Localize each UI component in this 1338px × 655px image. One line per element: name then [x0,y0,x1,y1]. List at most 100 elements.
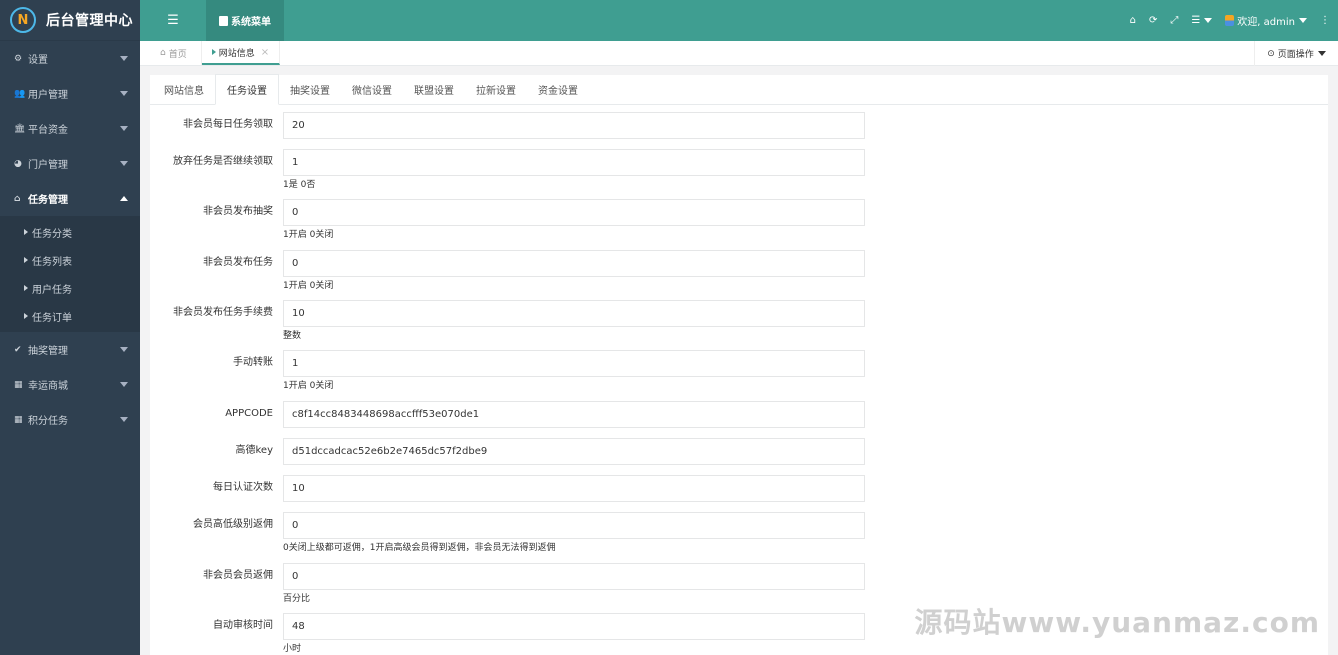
sidebar-item-label: 抽奖管理 [28,346,68,357]
close-icon[interactable]: × [261,47,269,58]
avatar [1225,15,1235,26]
tab-referral-settings[interactable]: 拉新设置 [465,74,527,104]
fullscreen-icon[interactable]: ⤢ [1170,15,1178,26]
appcode-input[interactable]: c8f14cc8483448698accfff53e070de1 [283,401,865,428]
sidebar-item-user-management[interactable]: 👥 用户管理 [0,76,140,111]
system-menu-button[interactable]: 系统菜单 [206,0,284,41]
submenu-item-task-category[interactable]: 任务分类 [0,218,140,246]
page-tab-label: 网站信息 [218,48,255,59]
tab-lottery-settings[interactable]: 抽奖设置 [279,74,341,104]
home-icon[interactable]: ⌂ [1130,15,1136,26]
field-label: 非会员会员返佣 [203,570,273,581]
field-hint: 0关闭上级都可返佣，1开启高级会员得到返佣，非会员无法得到返佣 [283,543,556,553]
menu-toggle-button[interactable]: ☰ [140,0,206,41]
refresh-icon[interactable]: ⟳ [1149,15,1157,26]
pie-icon: ◕ [14,158,22,169]
logo-icon: N [10,7,36,33]
field-label: 非会员发布任务手续费 [173,307,273,318]
caret-down-icon [120,417,128,422]
field-hint: 1开启 0关闭 [283,281,334,291]
field-hint: 1开启 0关闭 [283,381,334,391]
top-right-tools: ⌂ ⟳ ⤢ ☰ 欢迎, admin ⋮ [1117,0,1330,41]
tab-wechat-settings[interactable]: 微信设置 [341,74,403,104]
nonmember-commission-input[interactable]: 0 [283,563,865,590]
caret-down-icon [120,347,128,352]
submenu-item-user-tasks[interactable]: 用户任务 [0,274,140,302]
submenu-item-label: 任务分类 [32,228,72,240]
field-hint: 整数 [283,331,302,341]
tab-task-settings[interactable]: 任务设置 [215,74,279,105]
sidebar-item-lottery-management[interactable]: ✔ 抽奖管理 [0,332,140,367]
task-submenu: 任务分类 任务列表 用户任务 任务订单 [0,216,140,332]
caret-up-icon [120,196,128,201]
manual-transfer-input[interactable]: 1 [283,350,865,377]
sidebar-item-portal-management[interactable]: ◕ 门户管理 [0,146,140,181]
more-vertical-icon[interactable]: ⋮ [1320,15,1330,26]
logo[interactable]: N 后台管理中心 [0,0,140,41]
abandon-task-continue-input[interactable]: 1 [283,149,865,176]
page-tab-site-info[interactable]: 网站信息 × [201,41,281,65]
field-hint: 1是 0否 [283,180,316,190]
home-icon: ⌂ [160,48,166,58]
field-label: 非会员每日任务领取 [183,119,273,130]
field-label: 每日认证次数 [213,482,273,493]
list-menu-button[interactable]: ☰ [1191,15,1213,26]
nonmember-publish-lottery-input[interactable]: 0 [283,199,865,226]
daily-task-limit-input[interactable]: 20 [283,112,865,139]
triangle-right-icon [24,257,28,263]
book-icon [219,15,228,26]
triangle-right-icon [24,313,28,319]
sidebar-item-lucky-mall[interactable]: ▦ 幸运商城 [0,367,140,402]
caret-down-icon [1299,18,1307,23]
caret-down-icon [120,161,128,166]
daily-verification-count-input[interactable]: 10 [283,475,865,502]
field-label: 高德key [235,445,273,456]
welcome-text: 欢迎, admin [1237,17,1295,28]
sidebar-item-label: 用户管理 [28,90,68,101]
page-tabs-bar: ⌂ 首页 网站信息 × ⊙ 页面操作 [140,41,1338,66]
nonmember-publish-task-input[interactable]: 0 [283,250,865,277]
page-tab-label: 首页 [168,49,187,60]
field-label: APPCODE [225,408,273,419]
page-operations-label: 页面操作 [1277,50,1314,60]
amap-key-input[interactable]: d51dccadcac52e6b2e7465dc57f2dbe9 [283,438,865,465]
app-title: 后台管理中心 [46,13,133,29]
tab-alliance-settings[interactable]: 联盟设置 [403,74,465,104]
triangle-right-icon [24,229,28,235]
settings-panel: 网站信息 任务设置 抽奖设置 微信设置 联盟设置 拉新设置 资金设置 非会员每日… [150,74,1328,655]
submenu-item-task-list[interactable]: 任务列表 [0,246,140,274]
circle-dot-icon: ⊙ [1267,48,1275,59]
page-operations-button[interactable]: ⊙ 页面操作 [1254,41,1338,66]
field-hint: 1开启 0关闭 [283,230,334,240]
top-header: ☰ 系统菜单 ⌂ ⟳ ⤢ ☰ 欢迎, admin ⋮ [140,0,1338,41]
sidebar-item-settings[interactable]: ⚙ 设置 [0,41,140,76]
auto-review-time-input[interactable]: 48 [283,613,865,640]
sidebar-item-platform-funds[interactable]: 🏛 平台资金 [0,111,140,146]
sidebar-item-task-management[interactable]: ⌂ 任务管理 [0,181,140,216]
tab-fund-settings[interactable]: 资金设置 [527,74,589,104]
member-level-commission-input[interactable]: 0 [283,512,865,539]
triangle-right-icon [211,49,216,55]
caret-down-icon [120,382,128,387]
publish-task-fee-input[interactable]: 10 [283,300,865,327]
caret-down-icon [1317,51,1326,56]
page-tab-home[interactable]: ⌂ 首页 [140,41,202,65]
home-icon: ⌂ [14,193,21,204]
sidebar-item-label: 任务管理 [28,195,68,206]
sidebar-item-points-tasks[interactable]: ▦ 积分任务 [0,402,140,437]
grid-icon: ▦ [14,414,23,425]
caret-down-icon [120,126,128,131]
tab-site-info[interactable]: 网站信息 [153,74,215,104]
gears-icon: ⚙ [14,53,23,64]
check-circle-icon: ✔ [14,344,22,355]
field-label: 非会员发布任务 [203,257,273,268]
submenu-item-label: 任务列表 [32,256,72,268]
sidebar-item-label: 幸运商城 [28,381,68,392]
sidebar-item-label: 设置 [28,55,48,66]
field-label: 放弃任务是否继续领取 [173,156,273,167]
submenu-item-task-orders[interactable]: 任务订单 [0,302,140,330]
user-menu-button[interactable]: 欢迎, admin [1225,13,1307,28]
system-menu-label: 系统菜单 [231,17,271,28]
field-hint: 小时 [283,644,302,654]
caret-down-icon [120,56,128,61]
